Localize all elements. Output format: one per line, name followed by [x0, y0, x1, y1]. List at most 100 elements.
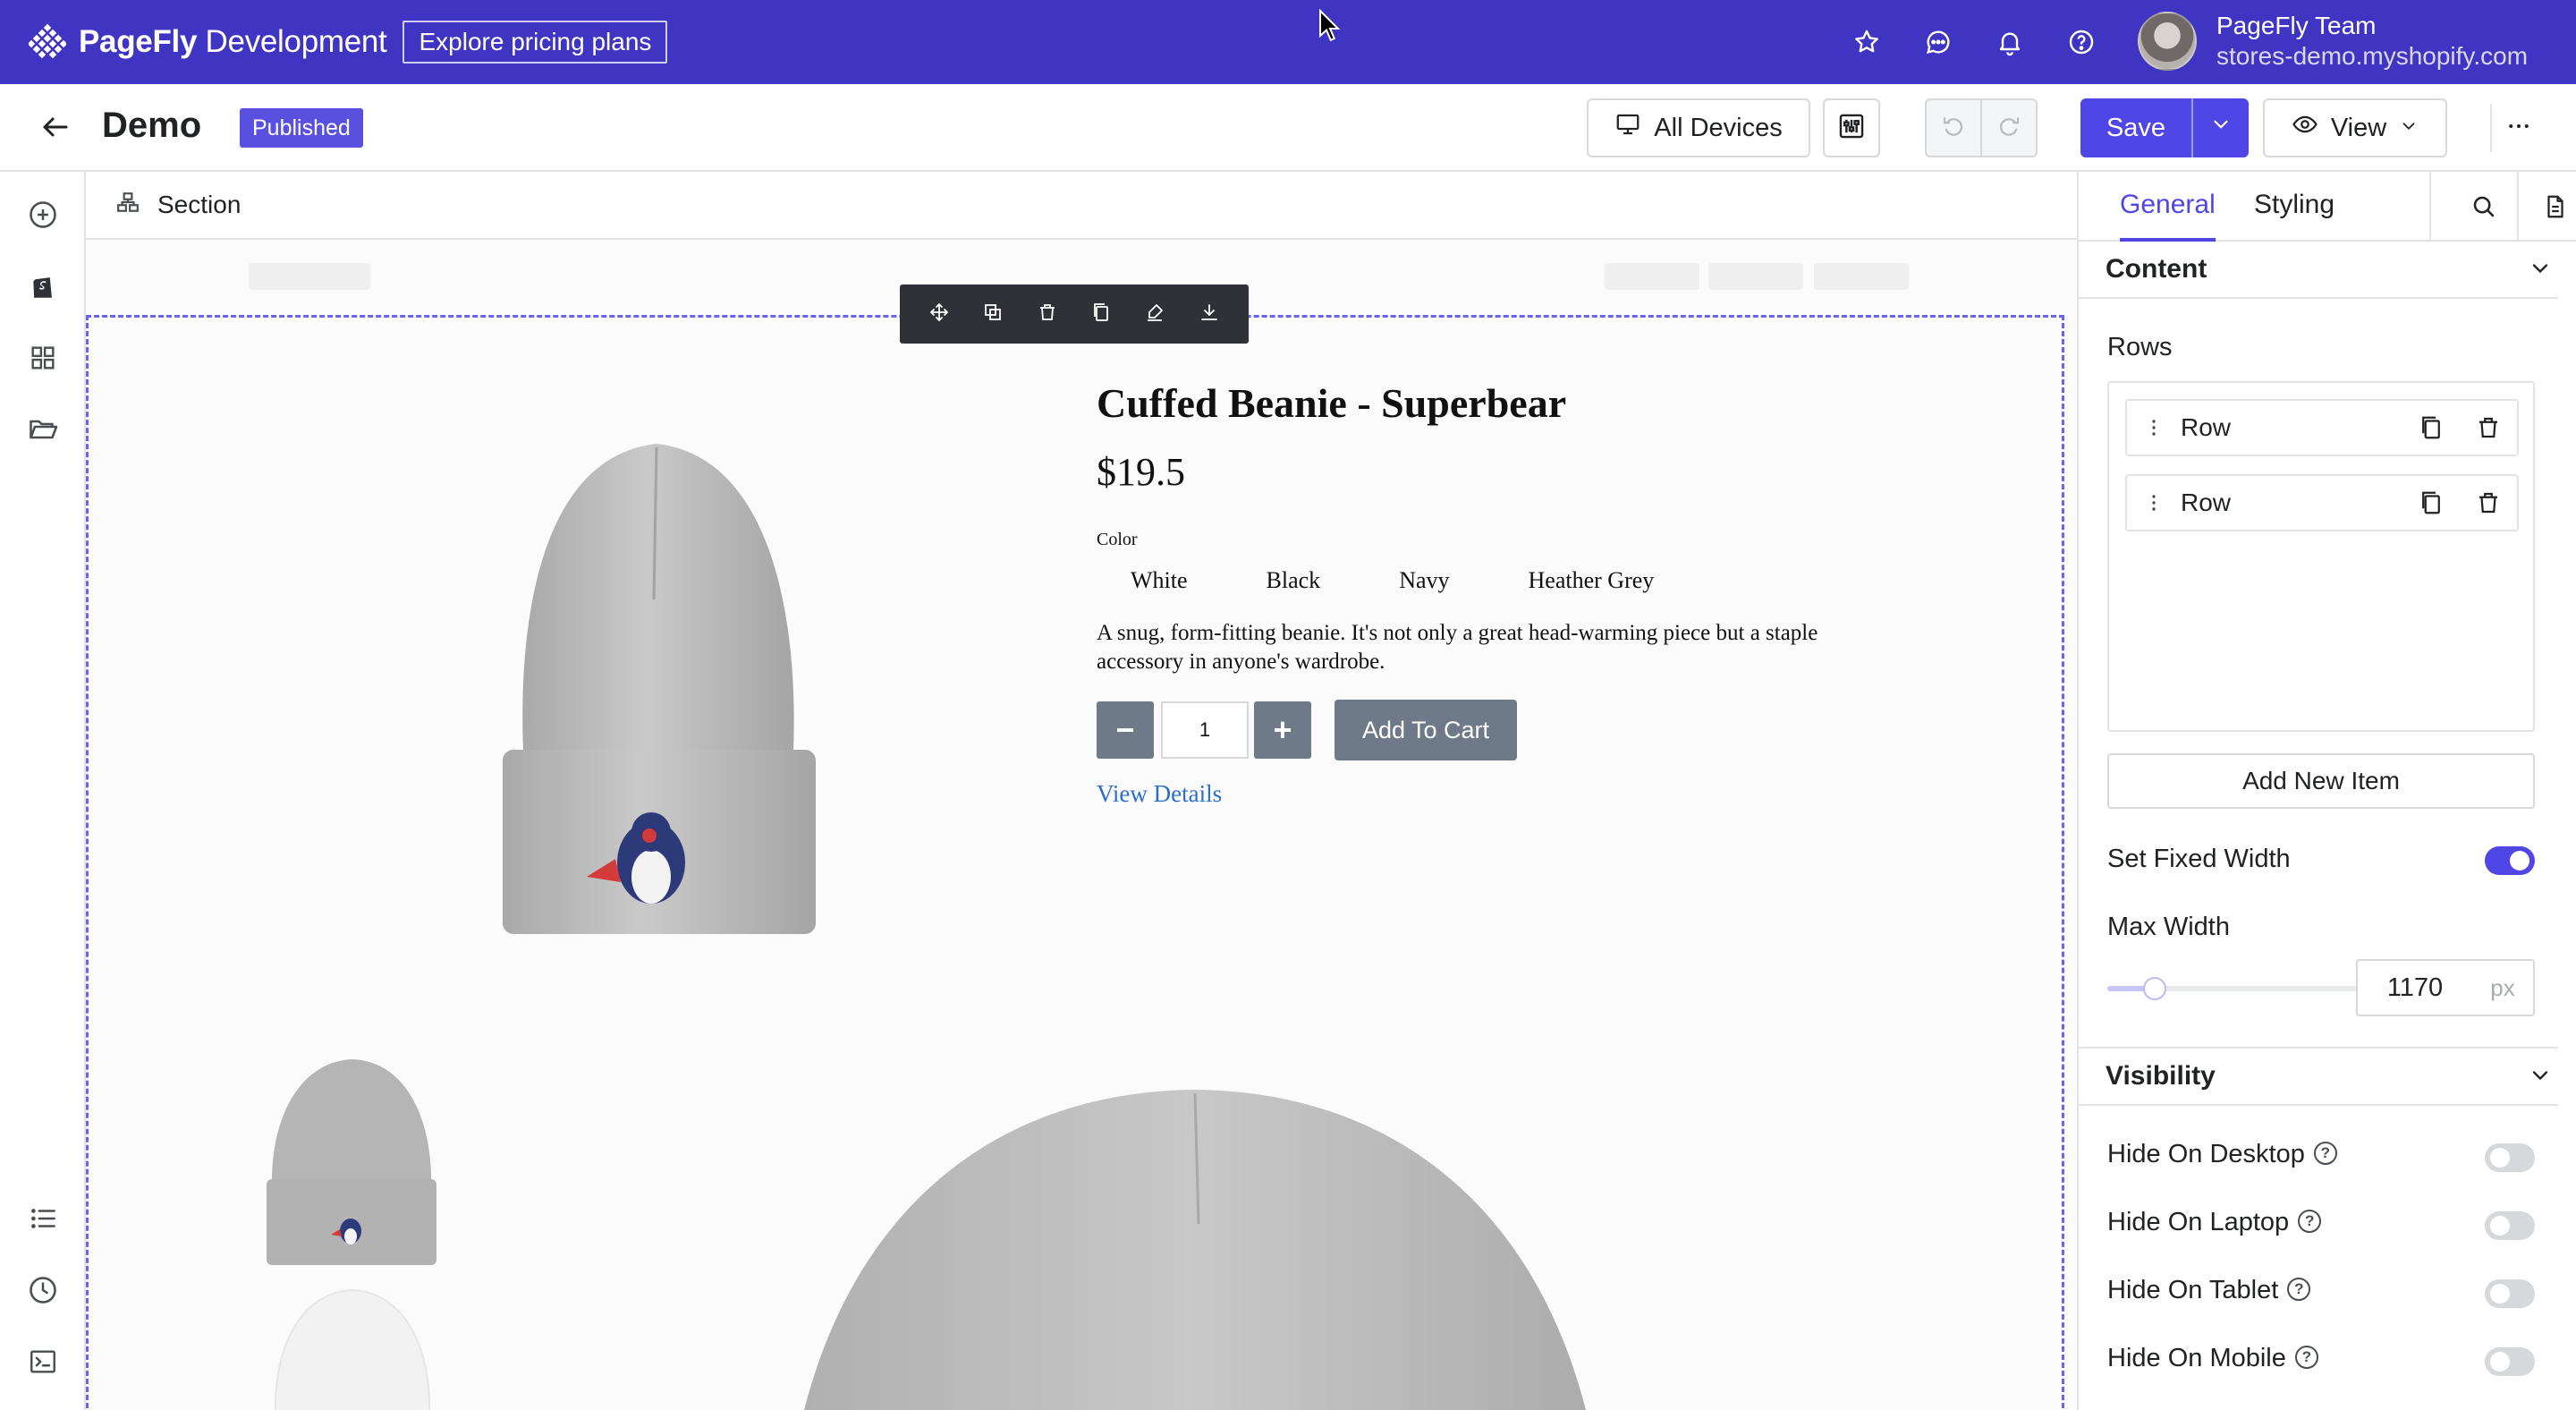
variant-option[interactable]: Black	[1267, 567, 1321, 594]
drag-handle-icon[interactable]	[2127, 490, 2181, 515]
folder-icon[interactable]	[27, 413, 59, 446]
search-icon[interactable]	[2467, 190, 2501, 224]
duplicate-icon[interactable]	[982, 302, 1004, 327]
product-title[interactable]: Cuffed Beanie - Superbear	[1097, 379, 1566, 427]
style-paint-icon[interactable]	[1144, 302, 1165, 327]
view-details-link[interactable]: View Details	[1097, 780, 1222, 808]
top-bar: PageFly Development Explore pricing plan…	[0, 0, 2576, 84]
copy-icon[interactable]	[2402, 414, 2460, 441]
visibility-section-header[interactable]: Visibility	[2106, 1061, 2553, 1091]
trash-icon[interactable]	[2460, 414, 2517, 441]
content-section-header[interactable]: Content	[2106, 254, 2553, 285]
page-settings-button[interactable]	[1823, 98, 1880, 157]
visibility-option: Hide On Laptop?	[2107, 1208, 2322, 1237]
quantity-input[interactable]: 1	[1161, 701, 1249, 759]
user-profile[interactable]: PageFly Team stores-demo.myshopify.com	[2138, 11, 2528, 72]
brand[interactable]: PageFly Development	[27, 23, 387, 61]
unit-label: px	[2472, 959, 2535, 1016]
help-circle-icon[interactable]: ?	[2313, 1142, 2337, 1166]
variant-selector: White Black Navy Heather Grey	[1131, 567, 1733, 594]
settings-panel: General Styling Content Rows Row Row Add…	[2077, 172, 2576, 1410]
visibility-option-label: Hide On Laptop	[2107, 1208, 2290, 1236]
placeholder-bar	[1708, 263, 1803, 290]
history-icon[interactable]	[27, 1274, 59, 1306]
store-domain: stores-demo.myshopify.com	[2216, 42, 2529, 70]
chevron-down-icon	[2209, 113, 2233, 143]
add-icon[interactable]	[27, 199, 59, 231]
list-item[interactable]: Row	[2125, 474, 2519, 531]
pagefly-logo-icon	[27, 23, 68, 61]
shopify-icon[interactable]	[27, 270, 59, 302]
variant-option[interactable]: Navy	[1399, 567, 1449, 594]
variant-option[interactable]: Heather Grey	[1529, 567, 1655, 594]
product-image[interactable]	[408, 394, 909, 984]
variant-option[interactable]: White	[1131, 567, 1188, 594]
visibility-option-label: Hide On Tablet	[2107, 1276, 2279, 1304]
row-label: Row	[2181, 413, 2232, 441]
divider	[2517, 172, 2519, 242]
trash-icon[interactable]	[2460, 489, 2517, 516]
visibility-option: Hide On Desktop?	[2107, 1140, 2337, 1169]
document-icon[interactable]	[2538, 190, 2572, 224]
list-icon[interactable]	[27, 1202, 59, 1235]
redo-button[interactable]	[1982, 100, 2036, 156]
hide-on-desktop-toggle[interactable]	[2485, 1143, 2535, 1172]
product-image-large[interactable]	[801, 1081, 1589, 1410]
console-icon[interactable]	[27, 1346, 59, 1378]
page-title[interactable]: Demo	[102, 106, 201, 146]
drag-handle-icon[interactable]	[2127, 415, 2181, 440]
help-circle-icon[interactable]: ?	[2294, 1346, 2318, 1370]
device-selector-button[interactable]: All Devices	[1587, 98, 1810, 157]
chat-icon[interactable]	[1918, 18, 1959, 66]
tab-styling[interactable]: Styling	[2254, 190, 2334, 220]
bell-icon[interactable]	[1989, 18, 2030, 66]
add-to-cart-button[interactable]: Add To Cart	[1335, 700, 1517, 760]
quantity-decrease-button[interactable]: −	[1097, 701, 1154, 759]
help-circle-icon[interactable]: ?	[2287, 1278, 2311, 1302]
copy-icon[interactable]	[2402, 489, 2460, 516]
max-width-input[interactable]: 1170	[2356, 959, 2474, 1016]
add-new-item-button[interactable]: Add New Item	[2107, 753, 2535, 809]
hide-on-laptop-toggle[interactable]	[2485, 1211, 2535, 1240]
save-options-button[interactable]	[2191, 98, 2249, 157]
explore-pricing-button[interactable]: Explore pricing plans	[402, 21, 668, 64]
more-horizontal-icon	[2505, 113, 2532, 144]
view-button[interactable]: View	[2263, 98, 2447, 157]
divider	[2079, 1047, 2558, 1049]
help-icon[interactable]	[2061, 18, 2102, 66]
undo-redo-group	[1925, 98, 2038, 157]
slider-thumb[interactable]	[2143, 977, 2166, 1000]
product-thumbnail[interactable]	[270, 1288, 435, 1410]
back-arrow-icon[interactable]	[39, 111, 72, 148]
visibility-option: Hide On Mobile?	[2107, 1344, 2318, 1373]
list-item[interactable]: Row	[2125, 399, 2519, 456]
save-button[interactable]: Save	[2080, 98, 2191, 157]
grid-icon[interactable]	[27, 342, 59, 374]
star-icon[interactable]	[1846, 18, 1887, 66]
undo-button[interactable]	[1927, 100, 1982, 156]
help-circle-icon[interactable]: ?	[2298, 1210, 2322, 1234]
divider	[2079, 297, 2558, 299]
breadcrumb-label[interactable]: Section	[157, 191, 241, 219]
avatar	[2138, 12, 2197, 71]
max-width-label: Max Width	[2107, 913, 2230, 941]
chevron-down-icon	[2528, 256, 2553, 288]
fixed-width-label: Set Fixed Width	[2107, 845, 2291, 873]
hide-on-mobile-toggle[interactable]	[2485, 1347, 2535, 1376]
trash-icon[interactable]	[1037, 302, 1058, 327]
save-download-icon[interactable]	[1199, 302, 1220, 327]
eye-icon	[2292, 111, 2318, 145]
fixed-width-toggle[interactable]	[2485, 846, 2535, 875]
product-description[interactable]: A snug, form-fitting beanie. It's not on…	[1097, 619, 1866, 676]
quantity-increase-button[interactable]: +	[1254, 701, 1311, 759]
editor-canvas[interactable]: Cuffed Beanie - Superbear $19.5 Color Wh…	[86, 240, 2077, 1410]
tab-general[interactable]: General	[2120, 190, 2216, 242]
copy-icon[interactable]	[1090, 302, 1112, 327]
hide-on-tablet-toggle[interactable]	[2485, 1279, 2535, 1308]
max-width-slider[interactable]	[2107, 977, 2358, 1000]
section-title: Visibility	[2106, 1061, 2216, 1091]
move-icon[interactable]	[928, 302, 950, 327]
more-options-button[interactable]	[2490, 98, 2547, 157]
product-price[interactable]: $19.5	[1097, 449, 1185, 495]
product-thumbnail[interactable]	[265, 1054, 440, 1269]
